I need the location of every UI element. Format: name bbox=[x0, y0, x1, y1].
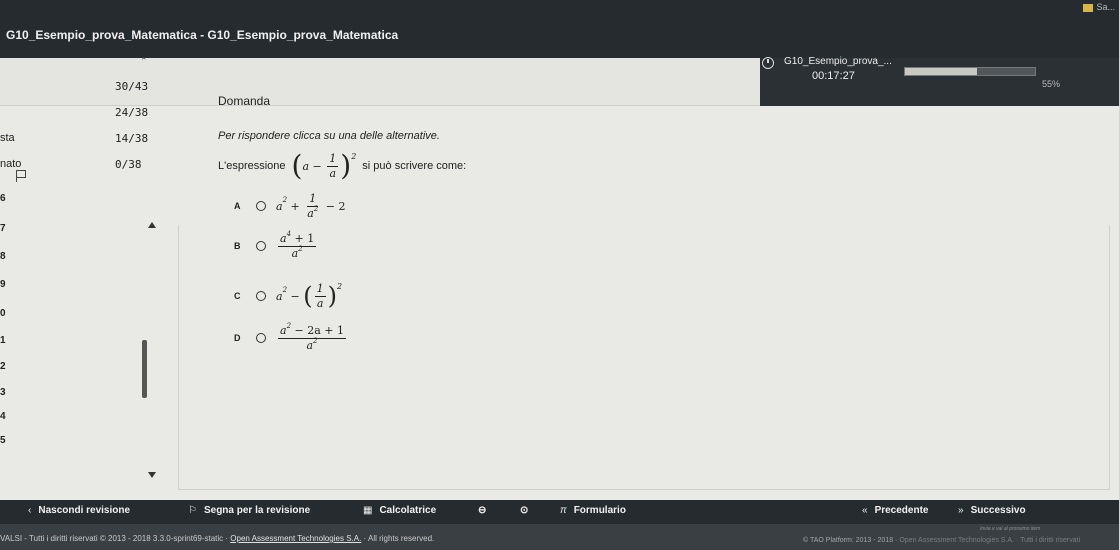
item-list: 6 7 8 9 0 1 2 3 4 5 bbox=[0, 185, 175, 485]
flag-icon: ⚐ bbox=[188, 505, 197, 516]
count-value: 30/43 bbox=[115, 80, 149, 93]
previous-label: Precedente bbox=[874, 505, 929, 516]
hide-review-label: Nascondi revisione bbox=[38, 505, 131, 516]
scroll-up-icon[interactable] bbox=[148, 222, 156, 228]
radio-button[interactable] bbox=[256, 241, 266, 251]
choice-expression: a2 − ( 1a ) 2 bbox=[276, 281, 343, 310]
question-instructions: Per rispondere clicca su una delle alter… bbox=[218, 130, 440, 142]
next-button[interactable]: » Successivo bbox=[958, 505, 1026, 516]
prompt-expression: ( a − 1a ) 2 bbox=[291, 149, 357, 182]
window-titlebar: G10_Esempio_prova_Matematica - G10_Esemp… bbox=[0, 0, 1119, 58]
question-prompt: L'espressione ( a − 1a ) 2 si può scrive… bbox=[218, 152, 466, 180]
list-item[interactable]: 2 bbox=[0, 361, 6, 372]
count-label: nato bbox=[0, 158, 22, 170]
corner-indicator: Sa... bbox=[1083, 2, 1115, 12]
footer-platform: © TAO Platform: 2013 - 2018 · Open Asses… bbox=[803, 537, 1080, 544]
oat-link[interactable]: Open Assessment Technologies S.A. bbox=[230, 534, 361, 543]
flag-filter-icon[interactable] bbox=[16, 170, 26, 182]
count-value: 14/38 bbox=[115, 132, 149, 145]
radio-button[interactable] bbox=[256, 201, 266, 211]
choice-c[interactable]: C a2 − ( 1a ) 2 bbox=[234, 276, 342, 316]
window-title: G10_Esempio_prova_Matematica - G10_Esemp… bbox=[6, 28, 399, 42]
formulary-button[interactable]: π Formulario bbox=[560, 505, 626, 516]
choice-d[interactable]: D a2 − 2a + 1 a2 bbox=[234, 318, 348, 358]
count-value: 24/38 bbox=[115, 106, 149, 119]
previous-button[interactable]: « Precedente bbox=[862, 505, 928, 516]
list-item[interactable]: 5 bbox=[0, 435, 6, 446]
list-item[interactable]: 6 bbox=[0, 193, 6, 204]
clock-outline-icon: ⊖ bbox=[478, 505, 487, 516]
scroll-down-icon[interactable] bbox=[148, 472, 156, 478]
list-item[interactable]: 3 bbox=[0, 387, 6, 398]
list-item[interactable]: 7 bbox=[0, 223, 6, 234]
corner-text: Sa... bbox=[1096, 2, 1115, 12]
footer-copyright: VALSI - Tutti i diritti riservati © 2013… bbox=[0, 534, 434, 543]
list-item[interactable]: 9 bbox=[0, 279, 6, 290]
prompt-text-before: L'espressione bbox=[218, 160, 286, 172]
copyright-text: VALSI - Tutti i diritti riservati © 2013… bbox=[0, 534, 231, 543]
double-chevron-left-icon: « bbox=[862, 505, 868, 516]
calculator-icon: ▦ bbox=[363, 505, 373, 516]
pi-icon: π bbox=[560, 505, 567, 516]
choice-expression: a4 + 1 a2 bbox=[278, 230, 317, 260]
target-button[interactable]: ⊙ bbox=[520, 505, 528, 516]
progress-bar bbox=[904, 67, 1036, 76]
app-icon bbox=[1083, 3, 1094, 12]
double-chevron-right-icon: » bbox=[958, 505, 964, 516]
action-toolbar: ‹ Nascondi revisione ⚐ Segna per la revi… bbox=[0, 500, 1119, 524]
choice-letter: B bbox=[234, 241, 241, 251]
list-item[interactable]: 1 bbox=[0, 335, 6, 346]
collapse-chevron-icon[interactable]: ⌃ bbox=[140, 56, 148, 67]
count-label: sta bbox=[0, 132, 15, 144]
prompt-text-after: si può scrivere come: bbox=[362, 160, 467, 172]
choice-letter: A bbox=[234, 201, 241, 211]
choice-b[interactable]: B a4 + 1 a2 bbox=[234, 226, 318, 266]
choice-letter: D bbox=[234, 333, 241, 343]
choice-letter: C bbox=[234, 291, 241, 301]
next-label: Successivo bbox=[970, 505, 1026, 516]
scrollbar-thumb[interactable] bbox=[142, 340, 147, 398]
calculator-button[interactable]: ▦ Calcolatrice bbox=[363, 505, 436, 516]
footer: VALSI - Tutti i diritti riservati © 2013… bbox=[0, 524, 1119, 550]
calculator-label: Calcolatrice bbox=[379, 505, 437, 516]
question-header: Domanda bbox=[218, 94, 271, 108]
formulary-label: Formulario bbox=[573, 505, 626, 516]
hide-review-button[interactable]: ‹ Nascondi revisione bbox=[28, 505, 130, 516]
list-item[interactable]: 8 bbox=[0, 251, 6, 262]
platform-company-text: Open Assessment Technologies S.A. · Tutt… bbox=[899, 537, 1081, 544]
clock-icon bbox=[762, 57, 774, 69]
chevron-left-icon: ‹ bbox=[28, 505, 32, 516]
rights-text: · All rights reserved. bbox=[361, 534, 435, 543]
flag-review-label: Segna per la revisione bbox=[203, 505, 311, 516]
timer-toggle-button[interactable]: ⊖ bbox=[478, 505, 486, 516]
choice-expression: a2 − 2a + 1 a2 bbox=[278, 322, 347, 352]
radio-button[interactable] bbox=[256, 333, 266, 343]
list-item[interactable]: 4 bbox=[0, 411, 6, 422]
list-item[interactable]: 0 bbox=[0, 308, 6, 319]
target-icon: ⊙ bbox=[520, 505, 529, 516]
count-value: 0/38 bbox=[115, 158, 142, 171]
flag-review-button[interactable]: ⚐ Segna per la revisione bbox=[188, 505, 310, 516]
radio-button[interactable] bbox=[256, 291, 266, 301]
choice-expression: a2 + 1 a2 − 2 bbox=[276, 192, 346, 220]
test-name: G10_Esempio_prova_... bbox=[784, 56, 892, 67]
progress-fill bbox=[905, 68, 977, 75]
platform-text: © TAO Platform: 2013 - 2018 · bbox=[803, 537, 900, 544]
next-hint: Invia e vai al prossimo item bbox=[980, 526, 1041, 532]
choice-a[interactable]: A a2 + 1 a2 − 2 bbox=[234, 186, 346, 226]
question-panel: Domanda Per rispondere clicca su una del… bbox=[178, 80, 1118, 490]
